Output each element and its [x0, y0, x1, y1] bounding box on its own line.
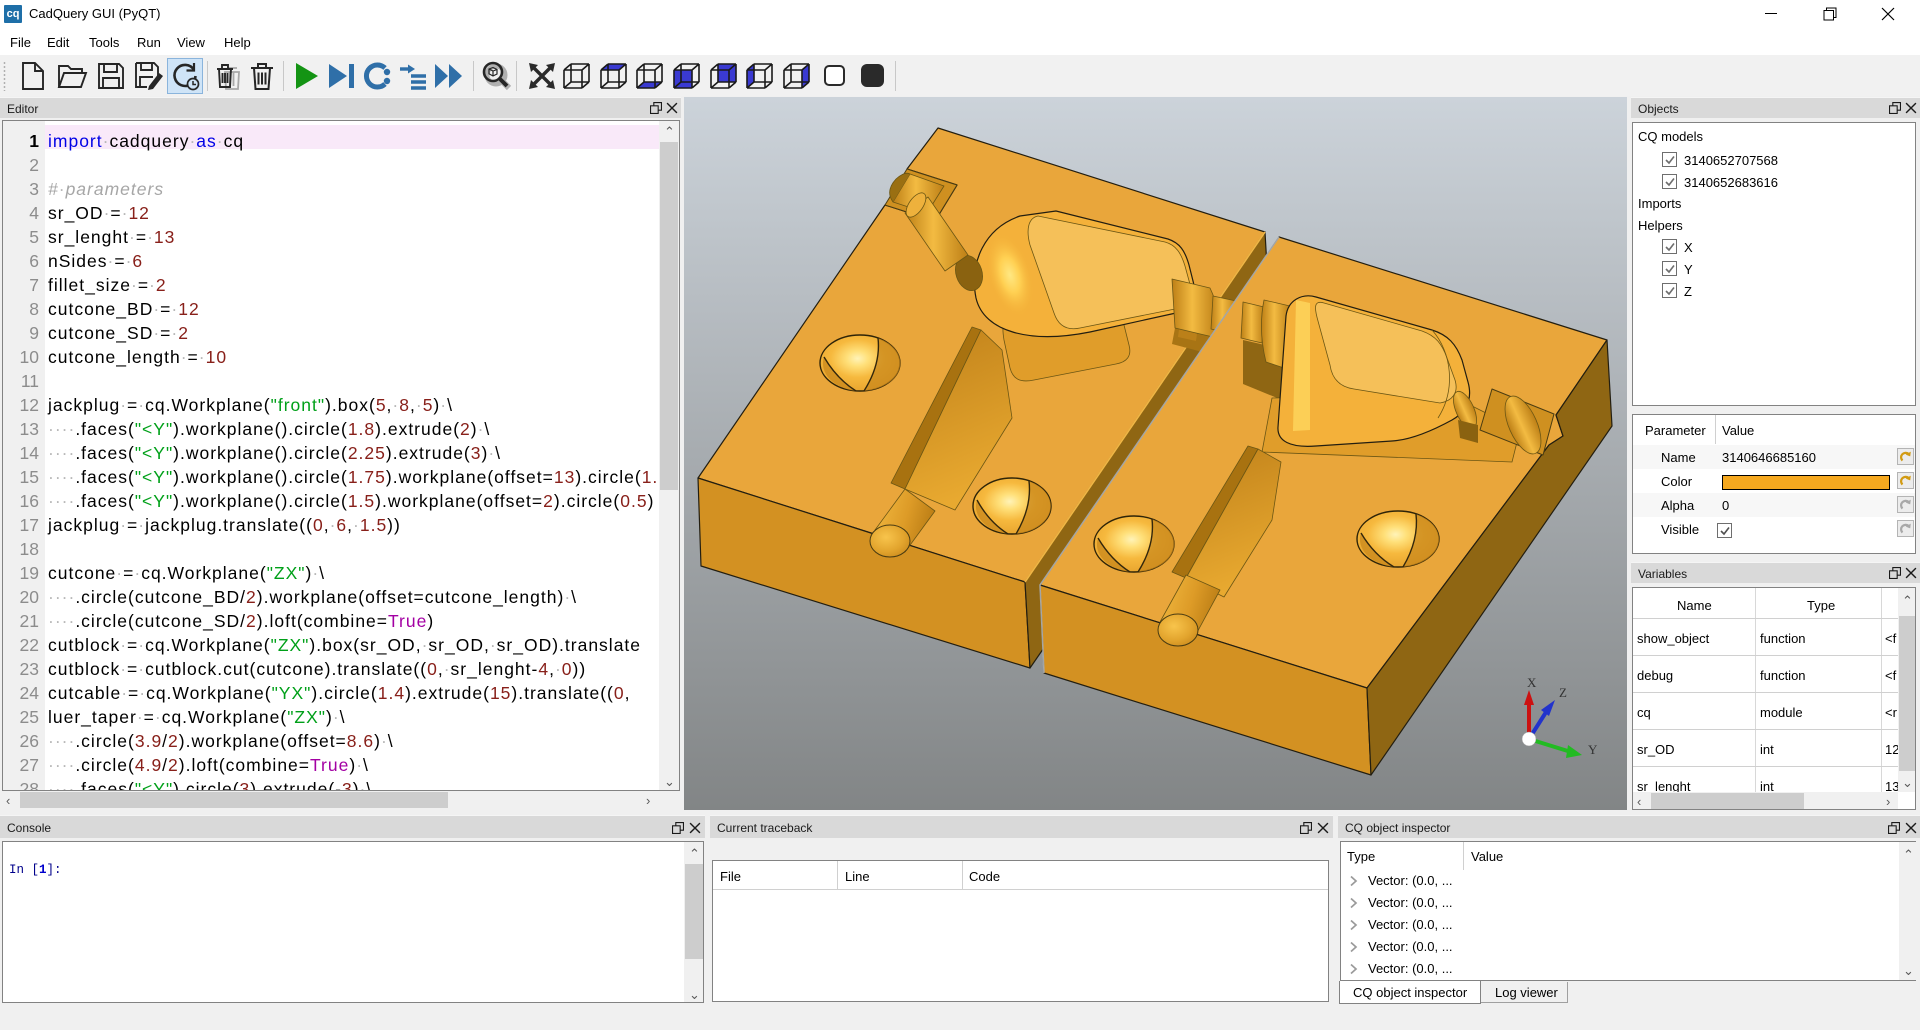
svg-text:Y: Y	[1588, 742, 1598, 757]
svg-text:Z: Z	[1559, 685, 1567, 700]
svg-text:X: X	[1527, 675, 1537, 690]
